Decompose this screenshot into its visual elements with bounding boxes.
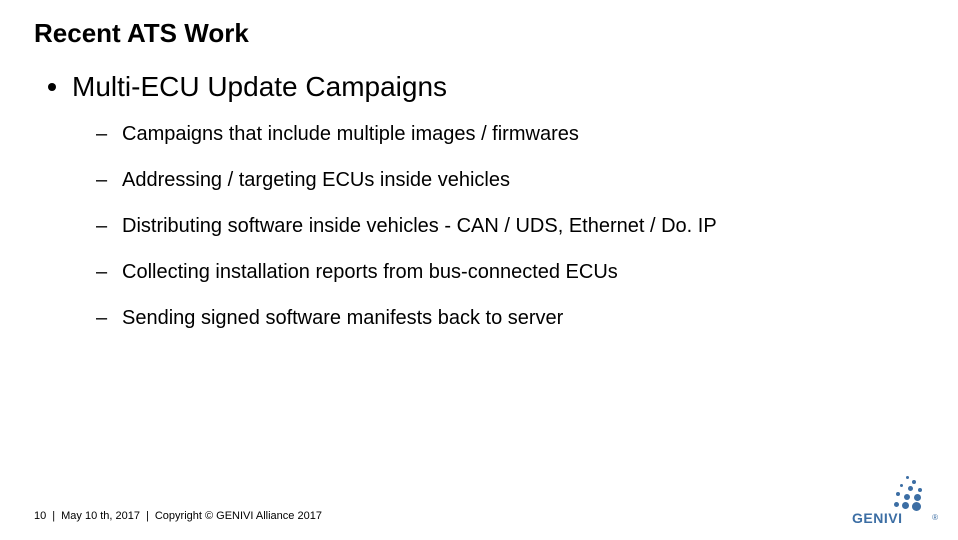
footer-separator: | <box>52 510 55 522</box>
sub-bullet-text: Sending signed software manifests back t… <box>122 305 563 331</box>
sub-bullet-text: Addressing / targeting ECUs inside vehic… <box>122 167 510 193</box>
logo-text: GENIVI <box>852 510 902 526</box>
dash-icon: – <box>96 213 106 239</box>
list-item: – Collecting installation reports from b… <box>96 259 930 285</box>
logo-dots-icon <box>888 474 928 514</box>
list-item: – Addressing / targeting ECUs inside veh… <box>96 167 930 193</box>
genivi-logo: GENIVI ® <box>850 474 936 530</box>
list-item: – Distributing software inside vehicles … <box>96 213 930 239</box>
dash-icon: – <box>96 305 106 331</box>
footer-separator: | <box>146 510 149 522</box>
main-bullet-text: Multi-ECU Update Campaigns <box>72 71 447 103</box>
slide-title: Recent ATS Work <box>34 18 930 49</box>
sub-bullet-text: Campaigns that include multiple images /… <box>122 121 579 147</box>
main-bullet-row: Multi-ECU Update Campaigns <box>48 71 930 103</box>
footer-copyright: Copyright © GENIVI Alliance 2017 <box>155 510 322 522</box>
footer-date: May 10 th, 2017 <box>61 510 140 522</box>
logo-registered-icon: ® <box>932 513 938 522</box>
slide-footer: 10 | May 10 th, 2017 | Copyright © GENIV… <box>34 510 322 522</box>
slide-container: Recent ATS Work Multi-ECU Update Campaig… <box>0 0 958 540</box>
page-number: 10 <box>34 510 46 522</box>
dash-icon: – <box>96 259 106 285</box>
sub-bullet-text: Distributing software inside vehicles - … <box>122 213 717 239</box>
list-item: – Sending signed software manifests back… <box>96 305 930 331</box>
sub-bullet-text: Collecting installation reports from bus… <box>122 259 618 285</box>
dash-icon: – <box>96 167 106 193</box>
list-item: – Campaigns that include multiple images… <box>96 121 930 147</box>
sub-bullet-list: – Campaigns that include multiple images… <box>96 121 930 331</box>
dash-icon: – <box>96 121 106 147</box>
bullet-dot-icon <box>48 83 56 91</box>
